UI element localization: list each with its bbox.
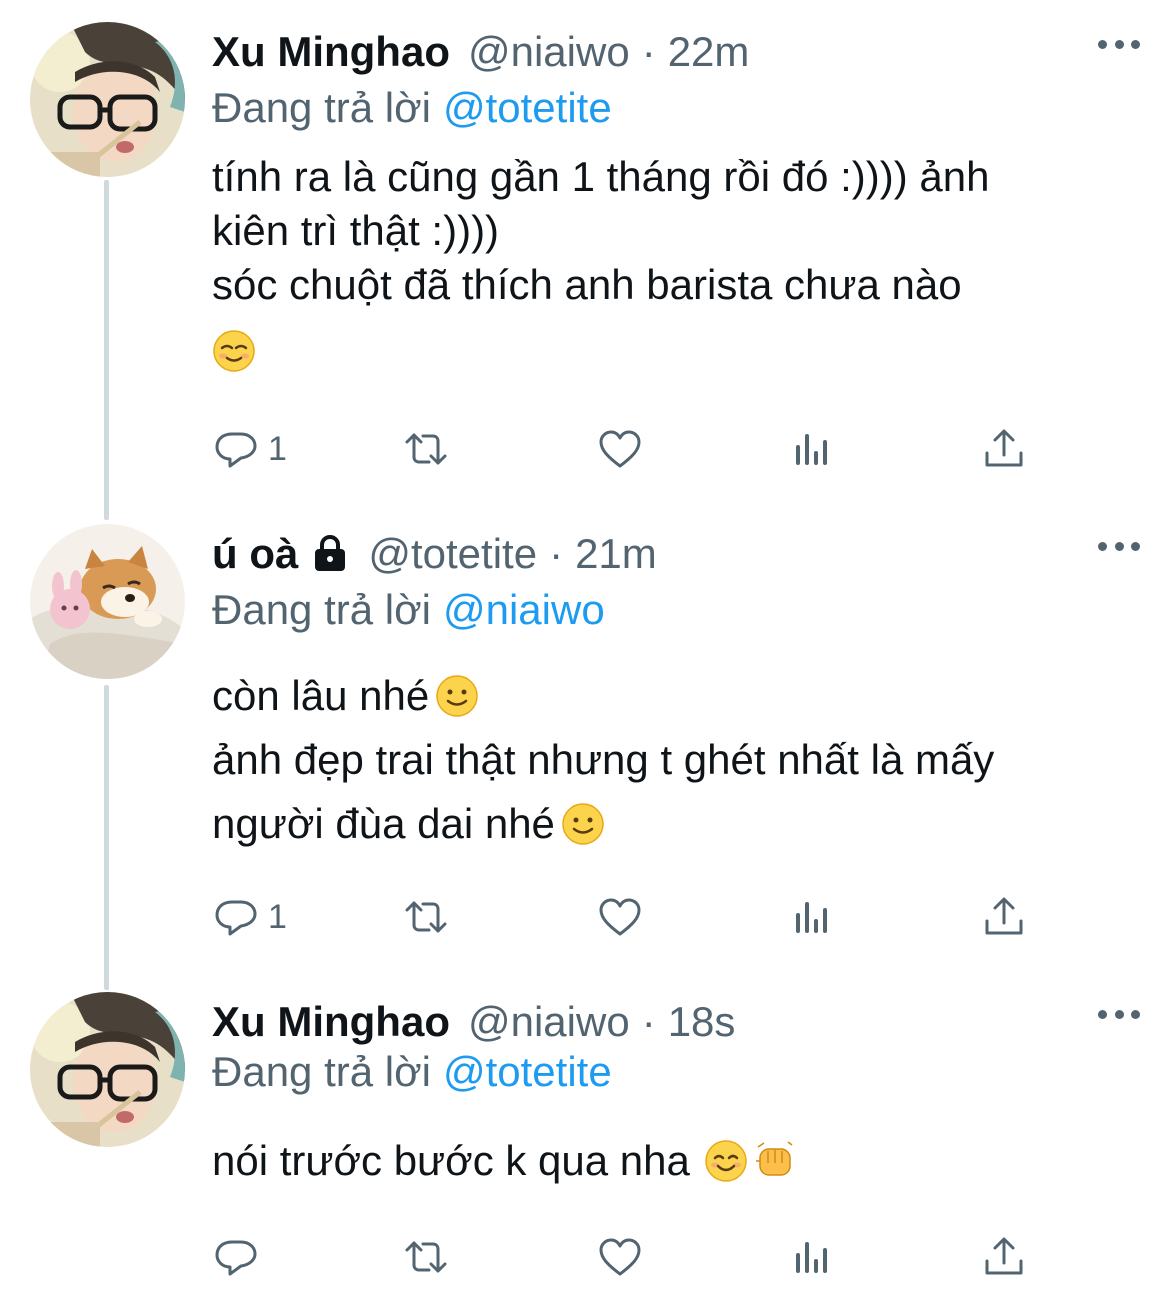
- retweet-button[interactable]: [402, 1232, 450, 1282]
- like-icon: [599, 1238, 641, 1276]
- reply-button[interactable]: [212, 1232, 260, 1282]
- smiling-face-emoji: [704, 1139, 748, 1183]
- replying-to: Đang trả lời @niaiwo: [212, 586, 605, 634]
- like-button[interactable]: [596, 1232, 644, 1282]
- tweet-text: nói trước bước k qua nha: [212, 1134, 1142, 1188]
- display-name[interactable]: Xu Minghao: [212, 28, 450, 76]
- like-icon: [599, 898, 641, 936]
- tweet-header: Xu Minghao @niaiwo · 18s: [212, 992, 735, 1052]
- share-button[interactable]: [980, 1232, 1028, 1282]
- display-name[interactable]: Xu Minghao: [212, 998, 450, 1046]
- lock-icon: [315, 534, 346, 571]
- separator: ·: [641, 28, 656, 75]
- share-icon: [985, 429, 1023, 467]
- reply-icon: [215, 432, 257, 468]
- punch-emoji: [755, 1141, 793, 1176]
- share-icon: [985, 1237, 1023, 1275]
- action-bar: [212, 1232, 1062, 1282]
- tweet-text-line: người đùa dai nhé: [212, 800, 555, 847]
- reply-count: 1: [268, 429, 287, 468]
- avatar[interactable]: [30, 992, 185, 1147]
- reply-icon: [215, 900, 257, 936]
- avatar[interactable]: [30, 524, 185, 679]
- retweet-button[interactable]: [402, 424, 450, 474]
- tweet-text-line: tính ra là cũng gần 1 tháng rồi đó :))))…: [212, 153, 990, 200]
- tweet-header: Xu Minghao @niaiwo · 22m: [212, 22, 749, 82]
- action-bar: 1: [212, 892, 1062, 942]
- timestamp[interactable]: 22m: [668, 28, 750, 76]
- like-button[interactable]: [596, 892, 644, 942]
- user-handle[interactable]: @niaiwo: [468, 28, 630, 76]
- analytics-icon: [796, 434, 827, 465]
- more-icon[interactable]: [1098, 40, 1140, 52]
- tweet-header: ú oà @totetite · 21m: [212, 524, 657, 584]
- user-handle[interactable]: @niaiwo: [468, 998, 630, 1046]
- analytics-icon: [796, 1242, 827, 1273]
- timestamp[interactable]: 18s: [668, 998, 736, 1046]
- avatar[interactable]: [30, 22, 185, 177]
- more-icon[interactable]: [1098, 542, 1140, 554]
- reply-button[interactable]: 1: [212, 892, 287, 942]
- tweet-text-line: kiên trì thật :)))): [212, 207, 500, 254]
- mention-link[interactable]: @totetite: [443, 1048, 612, 1095]
- mention-link[interactable]: @niaiwo: [443, 586, 605, 633]
- thread-connector: [104, 685, 109, 990]
- thread-connector: [104, 180, 109, 520]
- retweet-icon: [405, 1241, 447, 1273]
- reply-count: 1: [268, 897, 287, 936]
- separator: ·: [641, 998, 656, 1045]
- retweet-icon: [405, 901, 447, 933]
- tweet-text: tính ra là cũng gần 1 tháng rồi đó :))))…: [212, 150, 1142, 378]
- like-icon: [599, 430, 641, 468]
- replying-to-label: Đang trả lời: [212, 1048, 431, 1095]
- share-button[interactable]: [980, 424, 1028, 474]
- timestamp[interactable]: 21m: [575, 530, 657, 578]
- analytics-icon: [796, 902, 827, 933]
- retweet-button[interactable]: [402, 892, 450, 942]
- share-button[interactable]: [980, 892, 1028, 942]
- user-handle[interactable]: @totetite: [368, 530, 537, 578]
- mention-link[interactable]: @totetite: [443, 84, 612, 131]
- action-bar: 1: [212, 424, 1062, 474]
- like-button[interactable]: [596, 424, 644, 474]
- tweet-text: còn lâu nhé ảnh đẹp trai thật nhưng t gh…: [212, 664, 1142, 856]
- analytics-button[interactable]: [788, 424, 836, 474]
- replying-to-label: Đang trả lời: [212, 586, 431, 633]
- tweet-text-line: sóc chuột đã thích anh barista chưa nào: [212, 261, 962, 308]
- tweet-text-line: còn lâu nhé: [212, 672, 430, 719]
- share-icon: [985, 897, 1023, 935]
- tweet-text-line: ảnh đẹp trai thật nhưng t ghét nhất là m…: [212, 736, 995, 783]
- tweet-text-line: nói trước bước k qua nha: [212, 1137, 690, 1184]
- replying-to: Đang trả lời @totetite: [212, 1048, 612, 1096]
- analytics-button[interactable]: [788, 1232, 836, 1282]
- reply-button[interactable]: 1: [212, 424, 287, 474]
- retweet-icon: [405, 433, 447, 465]
- more-icon[interactable]: [1098, 1010, 1140, 1022]
- smiling-face-emoji: [561, 802, 605, 846]
- analytics-button[interactable]: [788, 892, 836, 942]
- reply-icon: [215, 1240, 257, 1276]
- display-name[interactable]: ú oà: [212, 530, 298, 578]
- smiling-face-emoji: [435, 674, 479, 718]
- replying-to-label: Đang trả lời: [212, 84, 431, 131]
- relieved-face-emoji: [212, 329, 256, 373]
- replying-to: Đang trả lời @totetite: [212, 84, 612, 132]
- separator: ·: [549, 530, 564, 577]
